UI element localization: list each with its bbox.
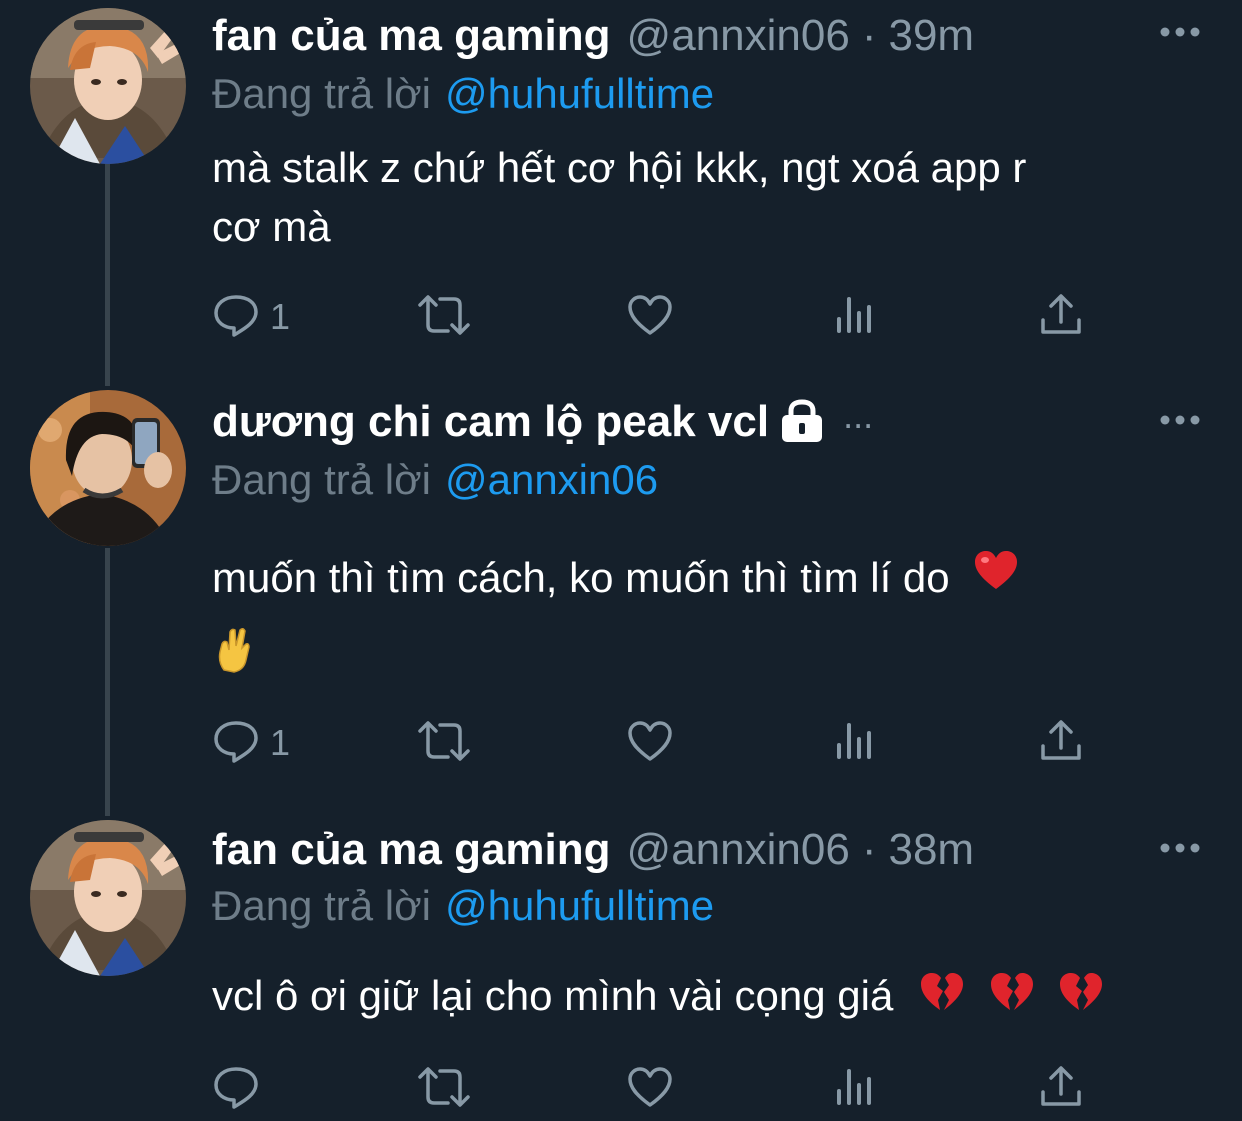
display-name[interactable]: fan của ma gaming	[212, 11, 611, 61]
replying-to: Đang trả lời @annxin06	[212, 452, 658, 508]
avatar[interactable]	[30, 8, 186, 164]
tweet-text-line: cơ mà	[212, 203, 331, 250]
replying-to-label: Đang trả lời	[212, 882, 431, 929]
reply-count: 1	[270, 722, 291, 763]
avatar-orange-hair-image	[30, 8, 186, 164]
retweet-button[interactable]	[416, 718, 472, 768]
mention-link[interactable]: @huhufulltime	[445, 70, 714, 118]
avatar[interactable]	[30, 820, 186, 976]
share-button[interactable]	[1038, 292, 1084, 342]
more-icon[interactable]	[1158, 24, 1202, 40]
reply-button[interactable]: 1	[212, 292, 290, 342]
reply-icon	[212, 1064, 260, 1115]
lock-icon	[779, 398, 825, 454]
more-icon[interactable]	[1158, 412, 1202, 428]
like-icon	[626, 293, 674, 342]
replying-to: Đang trả lời @huhufulltime	[212, 66, 714, 122]
avatar-orange-hair-image	[30, 820, 186, 976]
tweet-text: vcl ô ơi giữ lại cho mình vài cọng giá	[212, 966, 1202, 1028]
reply-button[interactable]	[212, 1064, 270, 1114]
share-button[interactable]	[1038, 1064, 1084, 1114]
like-button[interactable]	[626, 1064, 674, 1114]
display-name[interactable]: dương chi cam lộ peak vcl	[212, 397, 769, 447]
replying-to-label: Đang trả lời	[212, 70, 431, 117]
mention-link[interactable]: @huhufulltime	[445, 882, 714, 930]
tweet-header: fan của ma gaming @annxin06 · 38m	[212, 822, 974, 878]
broken-heart-icon	[1058, 969, 1104, 1028]
mention-link[interactable]: @annxin06	[445, 456, 658, 504]
tweet-header: dương chi cam lộ peak vcl ...	[212, 394, 873, 450]
user-handle[interactable]: @annxin06	[627, 11, 850, 61]
tweet-text: muốn thì tìm cách, ko muốn thì tìm lí do	[212, 540, 1202, 698]
share-icon	[1038, 292, 1084, 343]
separator-dot: ·	[861, 825, 877, 874]
avatar[interactable]	[30, 390, 186, 546]
reply-button[interactable]: 1	[212, 718, 290, 768]
tweet[interactable]: dương chi cam lộ peak vcl ... Đang trả l…	[0, 386, 1242, 806]
reply-icon	[212, 292, 260, 343]
share-icon	[1038, 1064, 1084, 1115]
tweet-timestamp[interactable]: 39m	[888, 11, 974, 61]
display-name[interactable]: fan của ma gaming	[212, 825, 611, 875]
tweet-actions: 1	[212, 292, 1092, 342]
tweet-timestamp[interactable]: 38m	[888, 825, 974, 875]
like-button[interactable]	[626, 292, 674, 342]
tweet[interactable]: fan của ma gaming @annxin06 · 39m Đang t…	[0, 0, 1242, 370]
tweet-text: mà stalk z chứ hết cơ hội kkk, ngt xoá a…	[212, 138, 1202, 256]
reply-count: 1	[270, 296, 291, 337]
tweet-text-line: mà stalk z chứ hết cơ hội kkk, ngt xoá a…	[212, 144, 1027, 191]
share-icon	[1038, 718, 1084, 769]
analytics-button[interactable]	[834, 718, 878, 768]
tweet-header: fan của ma gaming @annxin06 · 39m	[212, 8, 974, 64]
red-heart-icon	[973, 539, 1019, 615]
reply-icon	[212, 718, 260, 769]
broken-heart-icon	[919, 969, 965, 1028]
retweet-button[interactable]	[416, 1064, 472, 1114]
retweet-icon	[416, 1065, 472, 1114]
like-icon	[626, 1065, 674, 1114]
replying-to: Đang trả lời @huhufulltime	[212, 878, 714, 934]
crossed-fingers-icon	[216, 622, 252, 698]
avatar-dark-hair-phone-image	[30, 390, 186, 546]
tweet-text-line: muốn thì tìm cách, ko muốn thì tìm lí do	[212, 554, 950, 601]
tweet-actions	[212, 1064, 1092, 1114]
name-truncation: ...	[843, 395, 874, 436]
like-button[interactable]	[626, 718, 674, 768]
share-button[interactable]	[1038, 718, 1084, 768]
analytics-icon	[834, 719, 878, 768]
tweet-text-line: vcl ô ơi giữ lại cho mình vài cọng giá	[212, 972, 894, 1019]
like-icon	[626, 719, 674, 768]
tweet[interactable]: fan của ma gaming @annxin06 · 38m Đang t…	[0, 814, 1242, 1121]
more-icon[interactable]	[1158, 840, 1202, 856]
analytics-button[interactable]	[834, 292, 878, 342]
tweet-actions: 1	[212, 718, 1092, 768]
retweet-icon	[416, 719, 472, 768]
user-handle[interactable]: @annxin06	[627, 825, 850, 875]
analytics-icon	[834, 293, 878, 342]
retweet-button[interactable]	[416, 292, 472, 342]
retweet-icon	[416, 293, 472, 342]
analytics-icon	[834, 1065, 878, 1114]
separator-dot: ·	[861, 11, 877, 60]
analytics-button[interactable]	[834, 1064, 878, 1114]
replying-to-label: Đang trả lời	[212, 456, 431, 503]
broken-heart-icon	[989, 969, 1035, 1028]
